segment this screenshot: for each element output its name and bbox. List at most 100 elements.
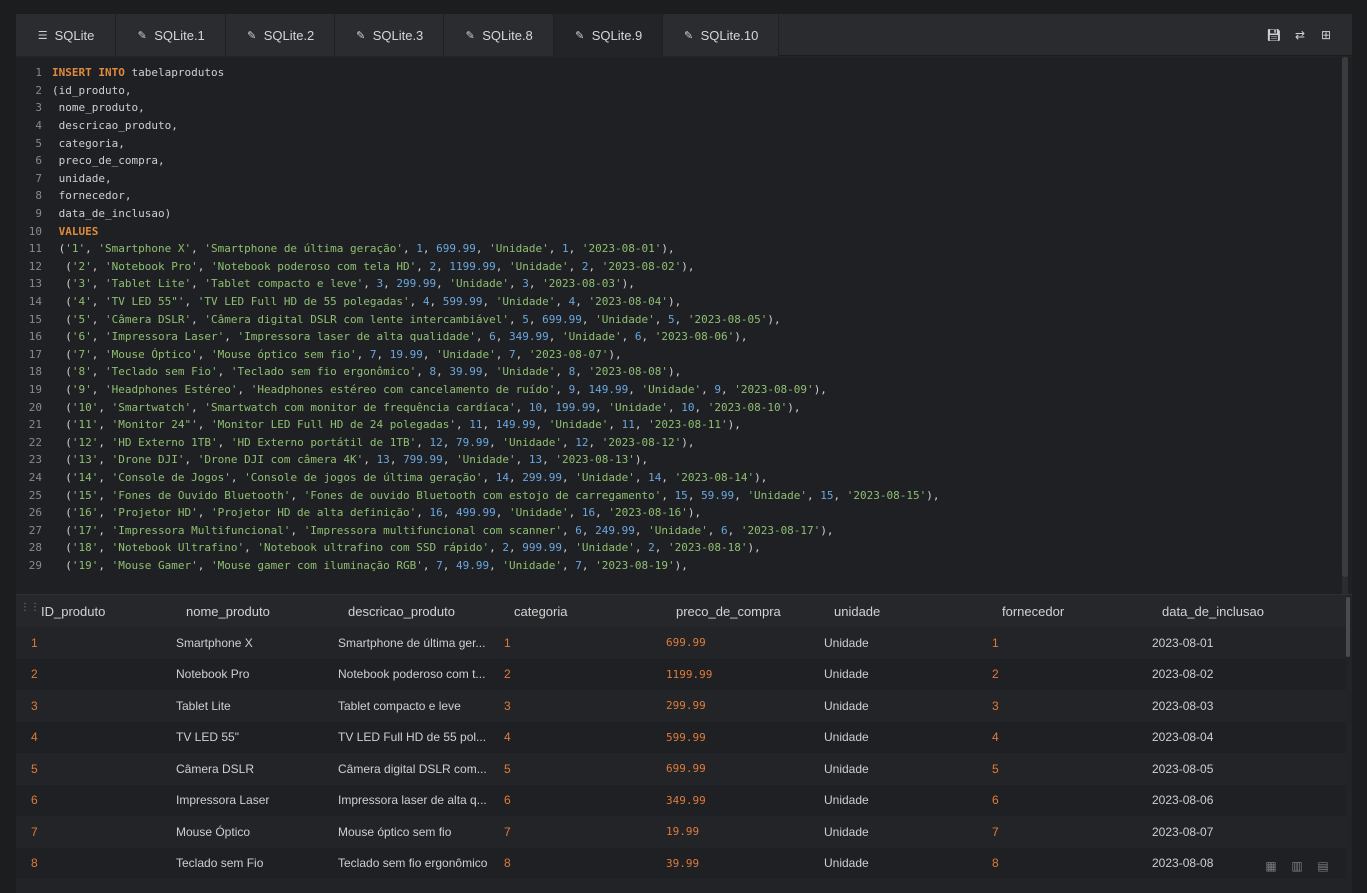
tab-sqlite-3[interactable]: ✎ SQLite.3 (335, 14, 444, 56)
cell-unidade[interactable]: Unidade (824, 848, 986, 880)
cell-data_de_inclusao[interactable]: 2023-08-07 (1152, 816, 1322, 848)
column-header-categoria[interactable]: categoria (514, 595, 567, 627)
cell-id_produto[interactable]: 4 (31, 722, 170, 754)
cell-descricao_produto[interactable]: Mouse óptico sem fio (338, 816, 498, 848)
cell-data_de_inclusao[interactable]: 2023-08-06 (1152, 785, 1322, 817)
table-row[interactable]: 2 Notebook Pro Notebook poderoso com t... 2… (16, 658, 1346, 691)
refresh-icon[interactable]: ⇄ (1294, 28, 1306, 42)
cell-data_de_inclusao[interactable]: 2023-08-02 (1152, 659, 1322, 691)
cell-preco_de_compra[interactable]: 699.99 (666, 627, 818, 659)
cell-data_de_inclusao[interactable]: 2023-08-03 (1152, 690, 1322, 722)
cell-preco_de_compra[interactable]: 1199.99 (666, 659, 818, 691)
cell-descricao_produto[interactable]: Smartphone de última ger... (338, 627, 498, 659)
cell-fornecedor[interactable]: 7 (992, 816, 1146, 848)
cell-descricao_produto[interactable]: Teclado sem fio ergonômico (338, 848, 498, 880)
cell-id_produto[interactable]: 2 (31, 659, 170, 691)
column-header-fornecedor[interactable]: fornecedor (1002, 595, 1064, 627)
table-row[interactable]: 5 Câmera DSLR Câmera digital DSLR com... 5 6… (16, 753, 1346, 785)
save-icon[interactable]: 💾︎ (1266, 28, 1281, 42)
tab-sqlite-1[interactable]: ✎ SQLite.1 (116, 14, 226, 56)
cell-preco_de_compra[interactable]: 19.99 (666, 816, 818, 848)
table-row[interactable]: 3 Tablet Lite Tablet compacto e leve 3 299.9… (16, 690, 1346, 722)
column-header-preco_de_compra[interactable]: preco_de_compra (676, 595, 781, 627)
column-header-descricao_produto[interactable]: descricao_produto (348, 595, 455, 627)
chart-icon[interactable]: ▥ (1290, 859, 1304, 873)
column-header-data_de_inclusao[interactable]: data_de_inclusao (1162, 595, 1264, 627)
table-row[interactable]: 4 TV LED 55" TV LED Full HD de 55 pol... 4 5… (16, 721, 1346, 754)
cell-fornecedor[interactable]: 8 (992, 848, 1146, 880)
cell-fornecedor[interactable]: 4 (992, 722, 1146, 754)
cell-preco_de_compra[interactable]: 299.99 (666, 690, 818, 722)
cell-id_produto[interactable]: 3 (31, 690, 170, 722)
table-row[interactable]: 7 Mouse Óptico Mouse óptico sem fio 7 19.99 U… (16, 816, 1346, 848)
add-icon[interactable]: ⊞ (1320, 28, 1332, 42)
code-token: '14' (71, 471, 99, 485)
cell-preco_de_compra[interactable]: 599.99 (666, 722, 818, 754)
cell-fornecedor[interactable]: 1 (992, 627, 1146, 659)
grid-scrollbar[interactable] (1346, 597, 1350, 657)
cell-fornecedor[interactable]: 3 (992, 690, 1146, 722)
cell-unidade[interactable]: Unidade (824, 816, 986, 848)
editor-scrollbar[interactable] (1342, 57, 1348, 594)
cell-categoria[interactable]: 3 (504, 690, 660, 722)
cell-preco_de_compra[interactable]: 349.99 (666, 785, 818, 817)
cell-unidade[interactable]: Unidade (824, 659, 986, 691)
grid-view-icon[interactable]: ▦ (1264, 859, 1278, 873)
cell-id_produto[interactable]: 5 (31, 753, 170, 785)
column-header-nome_produto[interactable]: nome_produto (186, 595, 270, 627)
cell-nome_produto[interactable]: Teclado sem Fio (176, 848, 332, 880)
cell-categoria[interactable]: 8 (504, 848, 660, 880)
cell-id_produto[interactable]: 6 (31, 785, 170, 817)
tab-sqlite-2[interactable]: ✎ SQLite.2 (226, 14, 335, 56)
cell-unidade[interactable]: Unidade (824, 785, 986, 817)
cell-preco_de_compra[interactable]: 699.99 (666, 753, 818, 785)
table-row[interactable]: 6 Impressora Laser Impressora laser de alt… (16, 784, 1346, 817)
tab-sqlite[interactable]: ☰ SQLite (16, 14, 116, 56)
line-number: 23 (28, 453, 42, 467)
cell-descricao_produto[interactable]: Câmera digital DSLR com... (338, 753, 498, 785)
table-row[interactable]: 1 Smartphone X Smartphone de última ger...… (16, 627, 1346, 659)
cell-categoria[interactable]: 2 (504, 659, 660, 691)
cell-fornecedor[interactable]: 6 (992, 785, 1146, 817)
cell-categoria[interactable]: 7 (504, 816, 660, 848)
cell-descricao_produto[interactable]: Tablet compacto e leve (338, 690, 498, 722)
cell-nome_produto[interactable]: Notebook Pro (176, 659, 332, 691)
cell-nome_produto[interactable]: TV LED 55" (176, 722, 332, 754)
cell-preco_de_compra[interactable]: 39.99 (666, 848, 818, 880)
cell-unidade[interactable]: Unidade (824, 753, 986, 785)
cell-descricao_produto[interactable]: TV LED Full HD de 55 pol... (338, 722, 498, 754)
book-icon[interactable]: ▤ (1316, 859, 1330, 873)
cell-nome_produto[interactable]: Mouse Óptico (176, 816, 332, 848)
sql-editor[interactable]: 1 INSERT INTO tabelaprodutos 2 (id_produto,… (16, 57, 1352, 594)
cell-data_de_inclusao[interactable]: 2023-08-05 (1152, 753, 1322, 785)
cell-categoria[interactable]: 5 (504, 753, 660, 785)
table-row[interactable]: 8 Teclado sem Fio Teclado sem fio ergonômi… (16, 847, 1346, 880)
cell-nome_produto[interactable]: Impressora Laser (176, 785, 332, 817)
cell-unidade[interactable]: Unidade (824, 690, 986, 722)
drag-handle-icon[interactable]: ⋮⋮ (20, 603, 40, 618)
cell-unidade[interactable]: Unidade (824, 722, 986, 754)
cell-categoria[interactable]: 6 (504, 785, 660, 817)
cell-id_produto[interactable]: 7 (31, 816, 170, 848)
editor-scroll-thumb[interactable] (1342, 57, 1348, 577)
cell-data_de_inclusao[interactable]: 2023-08-01 (1152, 627, 1322, 659)
cell-fornecedor[interactable]: 2 (992, 659, 1146, 691)
cell-nome_produto[interactable]: Câmera DSLR (176, 753, 332, 785)
column-header-id_produto[interactable]: ID_produto (41, 595, 105, 627)
cell-categoria[interactable]: 4 (504, 722, 660, 754)
tab-sqlite-10[interactable]: ✎ SQLite.10 (663, 14, 779, 56)
cell-nome_produto[interactable]: Tablet Lite (176, 690, 332, 722)
cell-descricao_produto[interactable]: Notebook poderoso com t... (338, 659, 498, 691)
tab-sqlite-8[interactable]: ✎ SQLite.8 (444, 14, 554, 56)
code-token: ), (813, 383, 827, 397)
cell-nome_produto[interactable]: Smartphone X (176, 627, 332, 659)
tab-sqlite-9[interactable]: ✎ SQLite.9 (554, 14, 663, 56)
cell-descricao_produto[interactable]: Impressora laser de alta q... (338, 785, 498, 817)
cell-fornecedor[interactable]: 5 (992, 753, 1146, 785)
cell-categoria[interactable]: 1 (504, 627, 660, 659)
cell-unidade[interactable]: Unidade (824, 627, 986, 659)
cell-id_produto[interactable]: 8 (31, 848, 170, 880)
cell-data_de_inclusao[interactable]: 2023-08-04 (1152, 722, 1322, 754)
column-header-unidade[interactable]: unidade (834, 595, 880, 627)
cell-id_produto[interactable]: 1 (31, 627, 170, 659)
